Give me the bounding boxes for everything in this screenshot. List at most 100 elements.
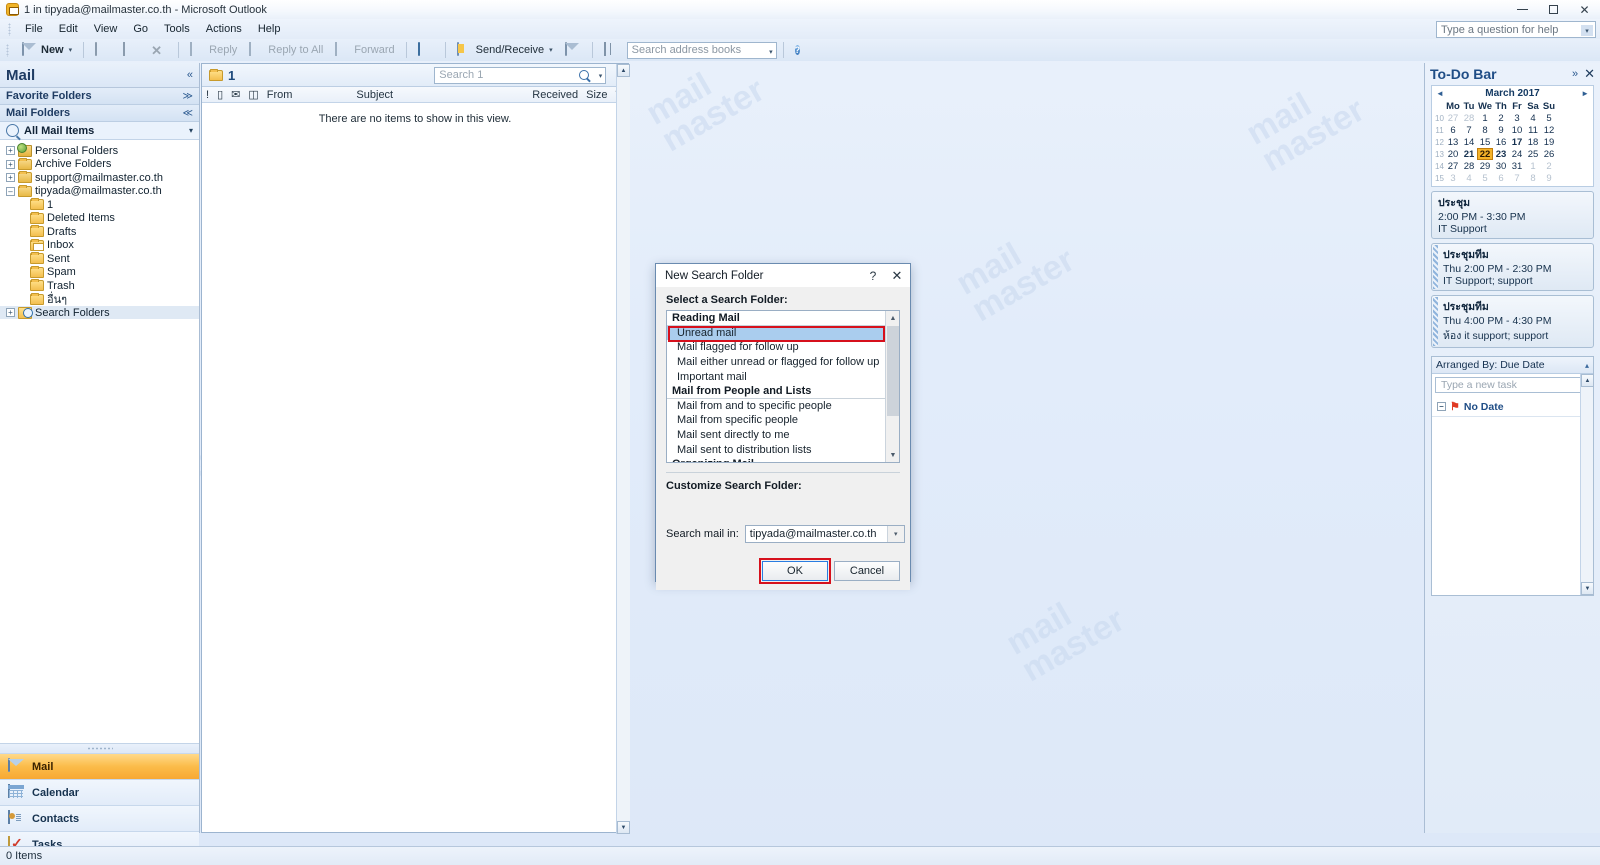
message-list-scrollbar[interactable]: ▲ ▼	[616, 64, 630, 834]
scroll-up-button[interactable]: ▲	[617, 64, 630, 77]
calendar-day[interactable]: 15	[1477, 136, 1493, 148]
search-folder-option[interactable]: Mail sent directly to me	[667, 428, 899, 443]
calendar-day[interactable]: 10	[1509, 124, 1525, 136]
find-button[interactable]	[560, 41, 586, 60]
menu-go[interactable]: Go	[125, 21, 156, 37]
calendar-day[interactable]: 6	[1493, 172, 1509, 184]
folder-tree-item[interactable]: Inbox	[0, 238, 199, 252]
calendar-day[interactable]: 27	[1445, 112, 1461, 124]
search-folder-option[interactable]: Mail from specific people	[667, 413, 899, 428]
close-icon[interactable]: ✕	[1584, 66, 1595, 82]
scroll-up-button[interactable]: ▲	[1581, 374, 1594, 387]
search-folder-option[interactable]: Important mail	[667, 369, 899, 384]
column-subject[interactable]: Subject	[352, 89, 397, 101]
chevron-down-icon[interactable]: ▾	[769, 48, 773, 56]
menu-actions[interactable]: Actions	[198, 21, 250, 37]
sort-ascending-icon[interactable]: ▴	[1585, 361, 1589, 370]
delete-button[interactable]: ✕	[146, 41, 172, 60]
toolbar-grip[interactable]	[6, 43, 9, 57]
menu-grip[interactable]	[8, 22, 11, 36]
calendar-day[interactable]: 31	[1509, 160, 1525, 172]
calendar-day[interactable]: 12	[1541, 124, 1557, 136]
search-input[interactable]: Search 1 ▾	[434, 66, 607, 84]
collapse-pane-icon[interactable]: «	[187, 69, 193, 81]
print-button[interactable]	[90, 41, 116, 60]
new-task-input[interactable]: Type a new task	[1435, 377, 1590, 393]
calendar-day[interactable]: 5	[1477, 172, 1493, 184]
column-size[interactable]: Size	[582, 89, 611, 101]
chevron-down-icon[interactable]: ▾	[599, 72, 603, 80]
calendar-day[interactable]: 11	[1525, 124, 1541, 136]
scroll-down-button[interactable]: ▼	[1581, 582, 1594, 595]
calendar-day[interactable]: 13	[1445, 136, 1461, 148]
search-folder-option[interactable]: Mail either unread or flagged for follow…	[667, 355, 899, 370]
column-from[interactable]: From	[263, 89, 297, 101]
close-icon[interactable]: ✕	[884, 268, 910, 284]
folder-tree-item[interactable]: Sent	[0, 252, 199, 265]
calendar-day[interactable]: 28	[1461, 160, 1477, 172]
folder-tree-item[interactable]: + Archive Folders	[0, 157, 199, 171]
calendar-day[interactable]: 8	[1477, 124, 1493, 136]
expand-icon[interactable]: +	[6, 146, 15, 155]
calendar-day[interactable]: 17	[1509, 136, 1525, 148]
collapse-icon[interactable]: –	[6, 186, 15, 196]
listbox-scrollbar[interactable]: ▲ ▼	[885, 311, 899, 462]
send-receive-button[interactable]: Send/Receive ▾	[452, 41, 558, 60]
search-folder-option[interactable]: Mail from and to specific people	[667, 399, 899, 414]
chevron-down-icon[interactable]: ▾	[69, 46, 73, 54]
folder-tree-item[interactable]: Trash	[0, 279, 199, 292]
next-month-icon[interactable]: ►	[1581, 89, 1589, 98]
calendar-day[interactable]: 23	[1493, 148, 1509, 160]
menu-help[interactable]: Help	[250, 21, 289, 37]
calendar-day[interactable]: 9	[1541, 172, 1557, 184]
reply-all-button[interactable]: Reply to All	[244, 41, 328, 60]
menu-view[interactable]: View	[86, 21, 126, 37]
favorite-folders-header[interactable]: Favorite Folders ≫	[0, 88, 199, 105]
chevron-down-icon[interactable]: ▾	[1581, 25, 1593, 36]
help-button[interactable]: ?	[790, 41, 816, 60]
cancel-button[interactable]: Cancel	[834, 561, 900, 581]
address-book-button[interactable]	[599, 41, 625, 60]
collapse-group-icon[interactable]: –	[1437, 402, 1446, 411]
nav-button-calendar[interactable]: Calendar	[0, 779, 199, 805]
search-mail-in-select[interactable]: tipyada@mailmaster.co.th ▾	[744, 525, 905, 543]
chevron-down-icon[interactable]: ▾	[549, 46, 553, 54]
column-received[interactable]: Received	[528, 89, 582, 101]
navigation-splitter[interactable]	[0, 744, 199, 753]
task-group-no-date[interactable]: – ⚑ No Date	[1432, 396, 1593, 417]
folder-tree-item[interactable]: + Personal Folders	[0, 142, 199, 157]
new-button[interactable]: New ▾	[17, 41, 77, 60]
menu-tools[interactable]: Tools	[156, 21, 198, 37]
junk-button[interactable]	[413, 41, 439, 60]
appointment-item[interactable]: ประชุมทีม Thu 4:00 PM - 4:30 PM ห้อง it su…	[1431, 295, 1594, 348]
calendar-day-today[interactable]: 22	[1477, 148, 1493, 160]
calendar-day[interactable]: 8	[1525, 172, 1541, 184]
calendar-day[interactable]: 3	[1445, 172, 1461, 184]
search-folder-option[interactable]: Mail flagged for follow up	[667, 340, 899, 355]
forward-button[interactable]: Forward	[330, 41, 399, 60]
column-icon[interactable]: ▯	[213, 88, 227, 101]
help-icon[interactable]: ?	[862, 269, 884, 283]
calendar-day[interactable]: 24	[1509, 148, 1525, 160]
expand-icon[interactable]: +	[6, 159, 15, 169]
calendar-day[interactable]: 25	[1525, 148, 1541, 160]
appointment-item[interactable]: ประชุมทีม Thu 2:00 PM - 2:30 PM IT Support…	[1431, 243, 1594, 291]
calendar-day[interactable]: 30	[1493, 160, 1509, 172]
column-flag-status[interactable]: ✉	[227, 88, 244, 101]
calendar-day[interactable]: 5	[1541, 112, 1557, 124]
calendar-day[interactable]: 2	[1493, 112, 1509, 124]
folder-tree-item[interactable]: อื่นๆ	[0, 292, 199, 306]
scroll-thumb[interactable]	[887, 326, 899, 416]
calendar-day[interactable]: 1	[1525, 160, 1541, 172]
calendar-day[interactable]: 6	[1445, 124, 1461, 136]
folder-tree-item[interactable]: + support@mailmaster.co.th	[0, 171, 199, 184]
scroll-down-button[interactable]: ▼	[886, 448, 899, 462]
calendar-day[interactable]: 19	[1541, 136, 1557, 148]
maximize-button[interactable]	[1538, 0, 1569, 19]
column-importance[interactable]: !	[202, 89, 213, 101]
search-icon[interactable]	[579, 69, 590, 80]
reply-button[interactable]: Reply	[185, 41, 242, 60]
folder-tree-item[interactable]: Deleted Items	[0, 211, 199, 225]
calendar-day[interactable]: 2	[1541, 160, 1557, 172]
nav-button-mail[interactable]: Mail	[0, 753, 199, 779]
